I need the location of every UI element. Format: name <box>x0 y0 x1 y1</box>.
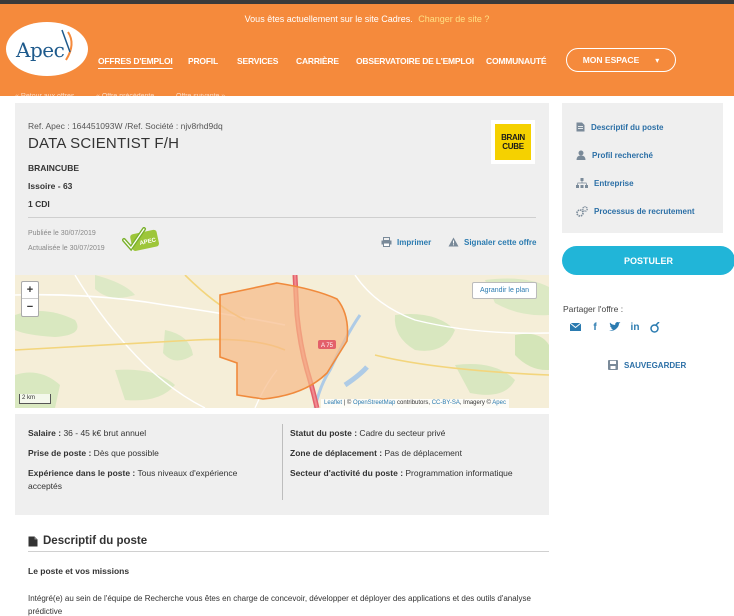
map-scale: 2 km <box>19 394 51 404</box>
experience-line: Expérience dans le poste : Tous niveaux … <box>28 467 273 493</box>
company-logo-line1: BRAIN <box>501 133 525 142</box>
experience-label: Expérience dans le poste : <box>28 468 136 478</box>
warning-icon <box>448 237 459 247</box>
updated-date: Actualisée le 30/07/2019 <box>28 245 105 252</box>
twitter-share-icon[interactable] <box>609 321 621 333</box>
osm-link[interactable]: OpenStreetMap <box>353 400 395 406</box>
description-heading-label: Descriptif du poste <box>43 535 148 547</box>
site-header: Vous êtes actuellement sur le site Cadre… <box>0 4 734 100</box>
nav-services[interactable]: SERVICES <box>237 56 278 66</box>
offer-sections-box: Descriptif du poste Profil recherché Ent… <box>562 103 723 233</box>
document-icon <box>576 122 585 132</box>
location-map[interactable]: A 75 + − Agrandir le plan 2 km Leaflet |… <box>15 275 549 408</box>
start-label: Prise de poste : <box>28 448 92 458</box>
job-reference: Ref. Apec : 164451093W /Ref. Société : n… <box>28 121 223 131</box>
highway-label: A 75 <box>321 343 334 349</box>
sidebar-item-descriptif[interactable]: Descriptif du poste <box>576 122 663 132</box>
change-site-link[interactable]: Changer de site ? <box>418 14 489 24</box>
company-logo: BRAIN CUBE <box>491 120 535 164</box>
travel-line: Zone de déplacement : Pas de déplacement <box>290 447 545 460</box>
sidebar-item-processus[interactable]: Processus de recrutement <box>576 206 695 217</box>
share-label: Partager l'offre : <box>563 304 624 314</box>
save-offer-button[interactable]: SAUVEGARDER <box>608 360 686 370</box>
floppy-disk-icon <box>608 360 618 370</box>
sidebar-item-label: Descriptif du poste <box>591 122 664 132</box>
sidebar-item-entreprise[interactable]: Entreprise <box>576 178 634 188</box>
previous-offer-link[interactable]: « Offre précédente <box>96 93 154 100</box>
sidebar-item-label: Processus de recrutement <box>594 207 695 216</box>
zoom-in-button[interactable]: + <box>22 282 38 299</box>
description-divider <box>28 551 549 552</box>
printer-icon <box>381 237 392 247</box>
map-attribution: Leaflet | © OpenStreetMap contributors, … <box>321 399 509 408</box>
print-label: Imprimer <box>397 237 432 247</box>
published-date: Publiée le 30/07/2019 <box>28 230 96 237</box>
attrib-imagery: , Imagery © <box>459 400 491 406</box>
travel-label: Zone de déplacement : <box>290 448 383 458</box>
start-value: Dès que possible <box>91 448 159 458</box>
apply-button[interactable]: POSTULER <box>562 246 734 275</box>
next-offer-link[interactable]: Offre suivante » <box>176 93 225 100</box>
salary-line: Salaire : 36 - 45 k€ brut annuel <box>28 427 273 440</box>
report-label: Signaler cette offre <box>464 237 537 247</box>
facebook-share-icon[interactable]: f <box>589 321 601 333</box>
company-name: BRAINCUBE <box>28 163 79 173</box>
print-button[interactable]: Imprimer <box>381 237 431 247</box>
mon-espace-button[interactable]: MON ESPACE ▾ <box>566 48 676 72</box>
status-label: Statut du poste : <box>290 428 358 438</box>
nav-carriere[interactable]: CARRIÈRE <box>296 56 339 66</box>
apec-verified-badge-icon: APEC <box>122 227 160 252</box>
sector-value: Programmation informatique <box>403 468 513 478</box>
share-icons: f in <box>569 321 661 333</box>
mission-title: Le poste et vos missions <box>28 566 130 576</box>
user-icon <box>576 150 586 160</box>
travel-value: Pas de déplacement <box>382 448 462 458</box>
enlarge-map-button[interactable]: Agrandir le plan <box>472 282 538 299</box>
apec-map-link[interactable]: Apec <box>492 400 506 406</box>
save-label: SAUVEGARDER <box>624 360 687 370</box>
status-line: Statut du poste : Cadre du secteur privé <box>290 427 545 440</box>
nav-profil[interactable]: PROFIL <box>188 56 218 66</box>
company-logo-line2: CUBE <box>502 142 524 151</box>
gears-icon <box>576 206 588 217</box>
email-share-icon[interactable] <box>569 321 581 333</box>
status-value: Cadre du secteur privé <box>357 428 446 438</box>
salary-value: 36 - 45 k€ brut annuel <box>61 428 147 438</box>
job-title: DATA SCIENTIST F/H <box>28 135 180 152</box>
attrib-contributors: contributors, <box>397 400 431 406</box>
sidebar-item-label: Profil recherché <box>592 150 653 160</box>
document-icon <box>28 536 38 546</box>
nav-observatoire[interactable]: OBSERVATOIRE DE L'EMPLOI <box>356 56 474 66</box>
viadeo-share-icon[interactable] <box>649 321 661 333</box>
site-notice: Vous êtes actuellement sur le site Cadre… <box>0 14 734 24</box>
description-heading: Descriptif du poste <box>28 535 147 547</box>
job-card: Ref. Apec : 164451093W /Ref. Société : n… <box>15 103 549 275</box>
card-divider <box>28 217 536 218</box>
report-offer-button[interactable]: Signaler cette offre <box>448 237 536 247</box>
back-to-offers-link[interactable]: « Retour aux offres <box>15 93 74 100</box>
sector-label: Secteur d'activité du poste : <box>290 468 404 478</box>
details-separator <box>282 424 283 500</box>
mon-espace-label: MON ESPACE <box>582 55 640 65</box>
chevron-down-icon: ▾ <box>655 55 660 65</box>
linkedin-share-icon[interactable]: in <box>629 321 641 333</box>
map-tiles: A 75 <box>15 275 549 408</box>
sidebar-item-profil[interactable]: Profil recherché <box>576 150 653 160</box>
license-link[interactable]: CC-BY-SA <box>432 400 460 406</box>
sector-line: Secteur d'activité du poste : Programmat… <box>290 467 545 480</box>
job-location: Issoire - 63 <box>28 181 73 191</box>
contract-type: 1 CDI <box>28 199 50 209</box>
site-notice-text: Vous êtes actuellement sur le site Cadre… <box>244 14 413 24</box>
job-details-panel: Salaire : 36 - 45 k€ brut annuel Prise d… <box>15 414 549 515</box>
mission-text: Intégré(e) au sein de l'équipe de Recher… <box>28 594 531 616</box>
org-chart-icon <box>576 178 588 188</box>
start-line: Prise de poste : Dès que possible <box>28 447 273 460</box>
salary-label: Salaire : <box>28 428 62 438</box>
nav-communaute[interactable]: COMMUNAUTÉ <box>486 56 547 66</box>
leaflet-link[interactable]: Leaflet <box>324 400 342 406</box>
nav-offres-emploi[interactable]: OFFRES D'EMPLOI <box>98 56 173 66</box>
map-zoom-control: + − <box>21 281 39 317</box>
zoom-out-button[interactable]: − <box>22 299 38 316</box>
sidebar-item-label: Entreprise <box>594 178 634 188</box>
